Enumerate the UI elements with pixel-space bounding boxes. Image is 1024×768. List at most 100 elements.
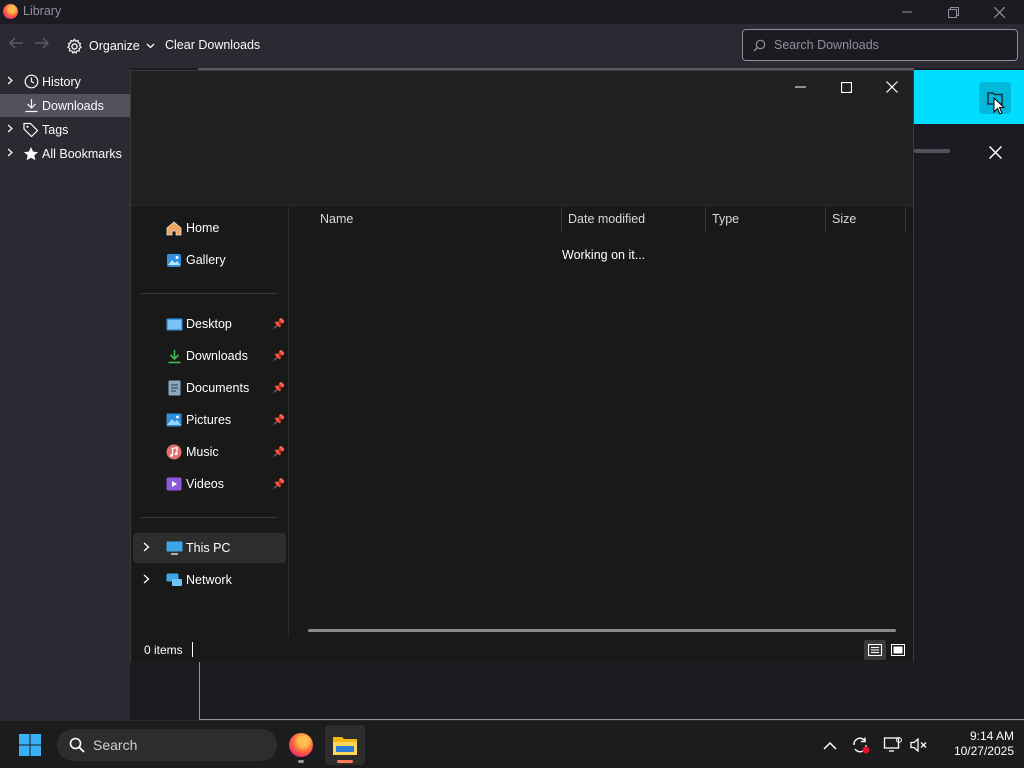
pin-icon[interactable]: 📌 [273,479,285,490]
nav-item-home[interactable]: Home [143,213,285,243]
computer-icon [163,539,185,557]
nav-item-label: Downloads [186,349,248,363]
home-icon [163,219,185,237]
nav-item-label: Pictures [186,413,232,427]
maximize-button[interactable] [823,73,869,101]
clock-icon [20,74,42,89]
nav-item-label: This PC [186,541,231,555]
progress-track [914,149,950,153]
nav-item-label: Desktop [186,317,232,331]
chevron-right-icon[interactable] [143,542,150,555]
network-icon [163,571,185,589]
pin-icon[interactable]: 📌 [273,415,285,426]
sidebar-item-all-bookmarks[interactable]: All Bookmarks [0,142,130,165]
minimize-button[interactable] [777,73,823,101]
column-divider[interactable] [705,207,706,233]
nav-item-label: Network [186,573,232,587]
nav-item-videos[interactable]: Videos 📌 [143,469,285,499]
chevron-up-icon [823,741,837,750]
large-icons-view-button[interactable] [887,640,909,660]
taskbar-app-firefox[interactable] [281,725,321,765]
nav-item-network[interactable]: Network [133,565,286,595]
firefox-icon [289,733,313,757]
pin-icon[interactable]: 📌 [273,351,285,362]
clear-downloads-button[interactable]: Clear Downloads [165,38,260,52]
download-icon [20,98,42,113]
pin-icon[interactable]: 📌 [273,447,285,458]
chevron-right-icon[interactable] [143,574,150,587]
nav-item-pictures[interactable]: Pictures 📌 [143,405,285,435]
column-divider[interactable] [561,207,562,233]
library-sidebar: History Downloads Tags All Bookmarks [0,68,130,720]
sidebar-item-label: History [42,74,81,89]
sidebar-item-label: All Bookmarks [42,146,122,161]
gear-icon [67,37,82,54]
column-divider[interactable] [825,207,826,233]
speaker-muted-icon [910,737,927,753]
nav-item-label: Documents [186,381,250,395]
chevron-right-icon[interactable] [0,124,20,136]
close-icon [886,81,898,93]
item-count: 0 items [144,643,183,657]
monitor-icon [883,737,902,752]
volume-muted-button[interactable] [909,735,929,755]
tiles-view-icon [891,644,905,656]
sync-status-button[interactable] [851,735,871,755]
library-titlebar: Library [0,0,1024,24]
close-icon [988,145,1002,159]
tag-icon [20,122,42,137]
taskbar-search-box[interactable]: Search [57,729,277,761]
back-button[interactable] [8,36,24,55]
column-header-name[interactable]: Name [320,212,353,226]
column-divider[interactable] [905,207,906,233]
display-settings-button[interactable] [883,735,903,755]
chevron-right-icon[interactable] [0,148,20,160]
details-view-button[interactable] [864,640,886,660]
sidebar-item-tags[interactable]: Tags [0,118,130,141]
search-downloads-input[interactable] [774,38,994,52]
arrow-right-icon [35,37,50,49]
sidebar-item-label: Downloads [42,98,104,113]
column-header-date-modified[interactable]: Date modified [568,212,645,226]
taskbar-app-file-explorer[interactable] [325,725,365,765]
organize-button[interactable]: Organize [66,36,155,56]
close-button[interactable] [976,0,1022,24]
library-toolbar: Organize Clear Downloads [0,24,1024,68]
minimize-icon [794,86,806,88]
search-downloads-box[interactable] [742,29,1018,61]
horizontal-scrollbar[interactable] [308,629,896,632]
nav-item-music[interactable]: Music 📌 [143,437,285,467]
pictures-icon [163,411,185,429]
nav-item-label: Videos [186,477,224,491]
minimize-button[interactable] [884,0,930,24]
nav-item-gallery[interactable]: Gallery [143,245,285,275]
restore-button[interactable] [930,0,976,24]
nav-item-this-pc[interactable]: This PC [133,533,286,563]
explorer-navigation-pane: Home Gallery Desktop 📌 Downloads 📌 Docum… [131,207,289,638]
search-icon [69,737,85,753]
nav-separator [141,293,277,294]
pin-icon[interactable]: 📌 [273,383,285,394]
explorer-status-bar: 0 items [131,638,913,662]
nav-item-documents[interactable]: Documents 📌 [143,373,285,403]
panel-close-button[interactable] [982,140,1008,164]
loading-message: Working on it... [562,248,646,262]
organize-label: Organize [89,39,140,53]
show-hidden-icons-button[interactable] [820,735,840,755]
chevron-right-icon[interactable] [0,76,20,88]
pin-icon[interactable]: 📌 [273,319,285,330]
maximize-icon [840,81,852,93]
nav-item-desktop[interactable]: Desktop 📌 [143,309,285,339]
column-header-size[interactable]: Size [832,212,856,226]
nav-separator [141,517,277,518]
start-button[interactable] [18,733,42,757]
system-clock[interactable]: 9:14 AM 10/27/2025 [938,729,1014,759]
folder-icon [333,737,357,755]
close-button[interactable] [869,73,915,101]
window-title: Library [23,4,62,18]
column-header-type[interactable]: Type [712,212,739,226]
sidebar-item-history[interactable]: History [0,70,130,93]
sidebar-item-downloads[interactable]: Downloads [0,94,130,117]
forward-button[interactable] [34,36,50,55]
nav-item-downloads[interactable]: Downloads 📌 [143,341,285,371]
